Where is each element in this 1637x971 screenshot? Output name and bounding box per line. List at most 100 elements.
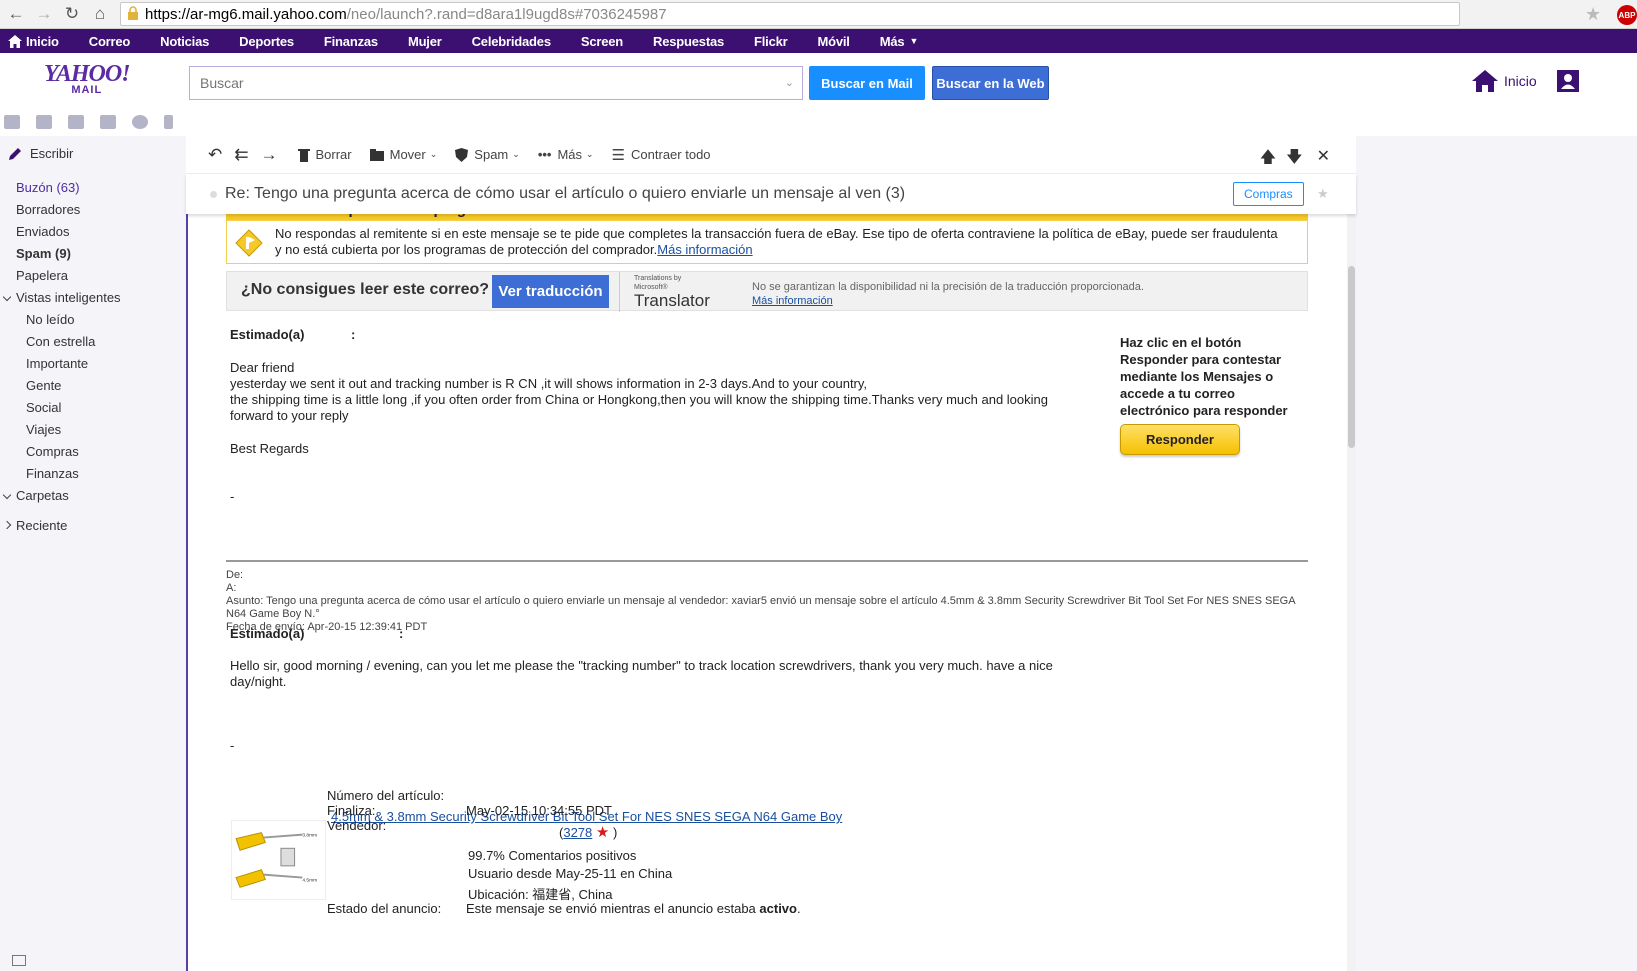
sidebar-item-reciente[interactable]: Reciente xyxy=(16,518,67,533)
search-web-button[interactable]: Buscar en la Web xyxy=(932,66,1049,100)
sidebar-item-buzon[interactable]: Buzón (63) xyxy=(16,180,80,195)
topnav-item-flickr[interactable]: Flickr xyxy=(739,29,802,53)
address-bar[interactable]: https://ar-mg6.mail.yahoo.com/neo/launch… xyxy=(120,2,1460,26)
scrollbar-thumb[interactable] xyxy=(1348,266,1355,448)
translation-more-info-link[interactable]: Más información xyxy=(752,295,833,307)
reload-icon[interactable]: ↻ xyxy=(60,2,84,26)
home-icon[interactable]: ⌂ xyxy=(88,2,112,26)
sidebar-item-enviados[interactable]: Enviados xyxy=(16,224,69,239)
item-end-value: May-02-15 10:34:55 PDT xyxy=(466,803,612,818)
topnav-item-noticias[interactable]: Noticias xyxy=(145,29,224,53)
item-thumbnail[interactable]: 3.8mm 4.5mm xyxy=(231,820,326,900)
search-input[interactable] xyxy=(190,67,760,99)
adblock-icon[interactable]: ABP xyxy=(1617,5,1637,25)
listing-status-label: Estado del anuncio: xyxy=(327,901,442,916)
sidebar-item-borradores[interactable]: Borradores xyxy=(16,202,80,217)
topnav-item-screen[interactable]: Screen xyxy=(566,29,638,53)
category-tag[interactable]: Compras xyxy=(1233,182,1304,206)
sidebar-item-vistas[interactable]: Vistas inteligentes xyxy=(16,290,121,305)
picture-icon[interactable] xyxy=(12,955,26,966)
sidebar-item-viajes[interactable]: Viajes xyxy=(26,422,61,437)
topnav-item-mujer[interactable]: Mujer xyxy=(393,29,457,53)
warning-icon xyxy=(235,229,263,257)
collapse-all-button[interactable]: ☰ Contraer todo xyxy=(612,146,711,164)
reply-all-icon[interactable]: ⇇ xyxy=(234,145,248,165)
move-button[interactable]: Mover ⌄ xyxy=(369,147,437,162)
arrow-down-icon[interactable]: 🡇 xyxy=(1286,146,1302,173)
mail-icon[interactable] xyxy=(4,115,20,129)
item-number-label: Número del artículo: xyxy=(327,788,445,803)
sidebar-item-spam[interactable]: Spam (9) xyxy=(16,246,71,261)
bookmark-star-icon[interactable]: ★ xyxy=(1585,4,1601,25)
delete-button[interactable]: Borrar xyxy=(297,147,352,162)
body-line: Hello sir, good morning / evening, can y… xyxy=(230,658,1053,673)
message-toolbar: ↶ ⇇ → Borrar Mover ⌄ Spam ⌄ ••• Más ⌄ ☰ Con… xyxy=(186,136,1356,174)
topnav-item-deportes[interactable]: Deportes xyxy=(224,29,309,53)
contacts-icon[interactable] xyxy=(36,115,52,129)
messenger-icon[interactable] xyxy=(132,115,148,129)
unread-dot-icon[interactable] xyxy=(210,190,217,198)
url-host: https://ar-mg6.mail.yahoo.com xyxy=(145,5,347,23)
topnav-item-finanzas[interactable]: Finanzas xyxy=(309,29,393,53)
topnav-item-respuestas[interactable]: Respuestas xyxy=(638,29,739,53)
search-mail-button[interactable]: Buscar en Mail xyxy=(809,66,925,100)
more-dots-icon: ••• xyxy=(537,147,552,162)
forward-icon[interactable]: → xyxy=(32,2,56,26)
folder-move-icon xyxy=(369,148,384,161)
header-home-link[interactable]: Inicio xyxy=(1472,70,1537,92)
compose-button[interactable]: Escribir xyxy=(8,146,73,161)
seller-score-link[interactable]: 3278 xyxy=(563,825,592,840)
ms-translator-logo: Translations by Microsoft® Translator xyxy=(619,272,749,312)
more-button[interactable]: ••• Más ⌄ xyxy=(538,147,594,162)
mobile-icon[interactable] xyxy=(164,115,173,129)
home-icon xyxy=(1472,70,1498,92)
topnav-item-correo[interactable]: Correo xyxy=(74,29,145,53)
respond-button[interactable]: Responder xyxy=(1120,424,1240,455)
close-icon[interactable]: ✕ xyxy=(1317,146,1330,173)
url-path: /neo/launch?.rand=d8ara1l9ugd8s#70362459… xyxy=(346,5,667,23)
sidebar-item-importante[interactable]: Importante xyxy=(26,356,88,371)
image-label: 4.5mm xyxy=(302,877,317,883)
sidebar-item-carpetas[interactable]: Carpetas xyxy=(16,488,69,503)
notepad-icon[interactable] xyxy=(100,115,116,129)
yahoo-mail-logo[interactable]: YAHOO! MAIL xyxy=(44,61,131,96)
right-pane xyxy=(1356,136,1637,971)
chevron-down-icon: ⌄ xyxy=(586,149,594,159)
toolbar-right: 🡅 🡇 ✕ xyxy=(1250,146,1330,173)
translate-button[interactable]: Ver traducción xyxy=(492,275,609,308)
sidebar-item-compras[interactable]: Compras xyxy=(26,444,79,459)
arrow-up-icon[interactable]: 🡅 xyxy=(1260,146,1276,173)
sidebar: Escribir Buzón (63) Borradores Enviados … xyxy=(0,136,186,971)
profile-icon[interactable] xyxy=(1557,70,1579,92)
greeting: Estimado(a) xyxy=(230,626,305,641)
calendar-icon[interactable] xyxy=(68,115,84,129)
item-end-label: Finaliza: xyxy=(327,803,376,818)
sidebar-item-papelera[interactable]: Papelera xyxy=(16,268,68,283)
forward-icon[interactable]: → xyxy=(261,145,278,165)
star-icon: ★ xyxy=(595,824,610,841)
spam-button[interactable]: Spam ⌄ xyxy=(455,147,520,162)
topnav-item-movil[interactable]: Móvil xyxy=(803,29,865,53)
more-info-link[interactable]: Más información xyxy=(657,242,752,257)
sidebar-item-no-leido[interactable]: No leído xyxy=(26,312,74,327)
sidebar-item-finanzas[interactable]: Finanzas xyxy=(26,466,79,481)
star-icon[interactable]: ★ xyxy=(1317,186,1329,202)
yahoo-top-nav: Inicio Correo Noticias Deportes Finanzas… xyxy=(0,29,1637,53)
item-seller-label: Vendedor: xyxy=(327,818,387,833)
scrollbar[interactable] xyxy=(1347,214,1356,971)
chevron-down-icon: ⌄ xyxy=(512,149,520,159)
lock-icon xyxy=(128,6,138,20)
chevron-down-icon[interactable]: ⌄ xyxy=(785,76,794,89)
sidebar-item-con-estrella[interactable]: Con estrella xyxy=(26,334,95,349)
sidebar-item-social[interactable]: Social xyxy=(26,400,61,415)
back-icon[interactable]: ← xyxy=(4,2,28,26)
topnav-item-inicio[interactable]: Inicio xyxy=(0,29,74,53)
seller-score: (3278 ★ ) xyxy=(559,824,618,841)
reply-icon[interactable]: ↶ xyxy=(208,145,222,165)
sidebar-item-gente[interactable]: Gente xyxy=(26,378,61,393)
body-line: yesterday we sent it out and tracking nu… xyxy=(230,376,868,391)
topnav-item-mas[interactable]: Más ▼ xyxy=(865,29,933,53)
topnav-item-celebridades[interactable]: Celebridades xyxy=(457,29,566,53)
subject-bar: Re: Tengo una pregunta acerca de cómo us… xyxy=(186,174,1356,214)
body-dash: - xyxy=(230,738,235,753)
